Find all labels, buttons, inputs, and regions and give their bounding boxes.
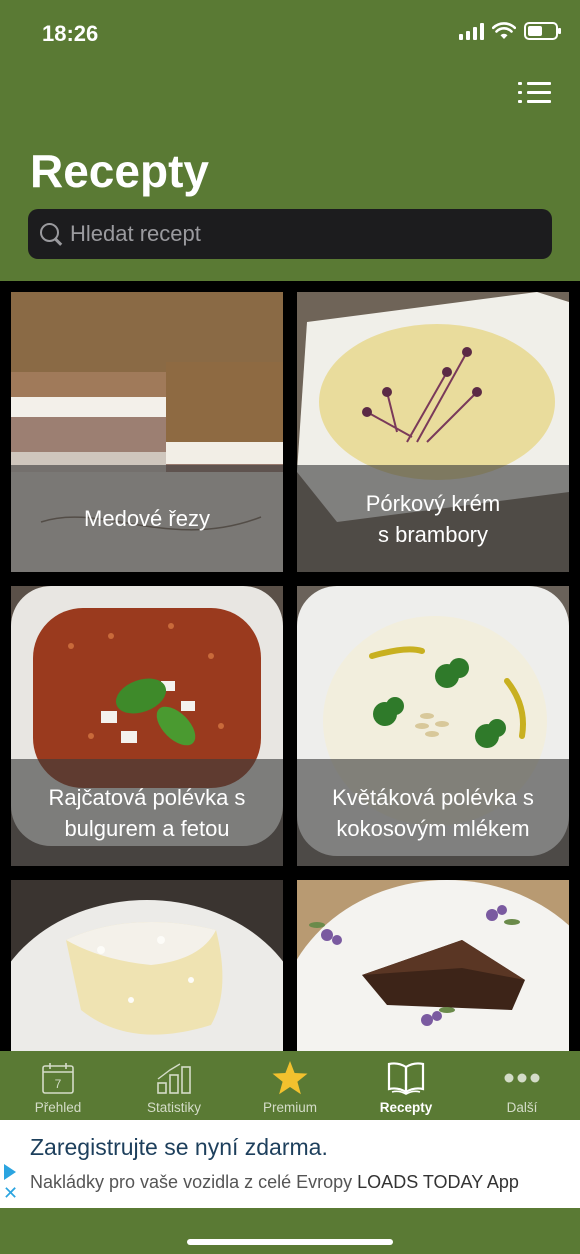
tab-premium[interactable]: Premium [232, 1051, 348, 1120]
ad-text-body: Nakládky pro vaše vozidla z celé Evropy [30, 1172, 353, 1192]
bar-chart-icon [157, 1063, 191, 1094]
app-header: 18:26 Recepty [0, 0, 580, 281]
tab-bar: 7 Přehled Statistiky Premium Recepty Dal… [0, 1051, 580, 1120]
recipe-title: Pórkový krém s brambory [297, 465, 569, 572]
adchoices-play-icon[interactable] [4, 1164, 16, 1180]
recipe-card[interactable]: Květáková polévka s kokosovým mlékem [297, 586, 569, 866]
recipe-card[interactable] [297, 880, 569, 1051]
recipe-photo [11, 880, 283, 1051]
tab-label: Další [506, 1100, 538, 1115]
search-bar[interactable] [28, 209, 552, 259]
tab-recepty[interactable]: Recepty [348, 1051, 464, 1120]
ad-close-icon[interactable]: ✕ [3, 1184, 18, 1202]
more-icon [504, 1073, 540, 1083]
recipe-card[interactable]: Rajčatová polévka s bulgurem a fetou [11, 586, 283, 866]
battery-icon [524, 22, 561, 40]
calendar-day: 7 [55, 1077, 62, 1091]
status-icons [459, 22, 561, 40]
tab-label: Statistiky [146, 1100, 201, 1115]
ad-banner[interactable]: Zaregistrujte se nyní zdarma. Nakládky p… [0, 1120, 580, 1208]
search-input[interactable] [70, 221, 530, 247]
recipe-card[interactable]: Medové řezy [11, 292, 283, 572]
recipe-title: Medové řezy [11, 465, 283, 572]
ad-brand: LOADS TODAY App [357, 1172, 519, 1192]
recipe-card[interactable] [11, 880, 283, 1051]
tab-dalsi[interactable]: Další [464, 1051, 580, 1120]
recipe-photo [297, 880, 569, 1051]
home-indicator[interactable] [187, 1239, 393, 1245]
tab-label: Premium [262, 1100, 317, 1115]
tab-prehled[interactable]: 7 Přehled [0, 1051, 116, 1120]
tab-statistiky[interactable]: Statistiky [116, 1051, 232, 1120]
book-icon [387, 1062, 425, 1095]
search-icon [38, 221, 64, 247]
wifi-icon [492, 22, 516, 39]
recipe-card[interactable]: Pórkový krém s brambory [297, 292, 569, 572]
recipe-grid: Medové řezy Pórkový krém s brambory Rajč… [0, 281, 580, 1051]
calendar-icon: 7 [42, 1063, 74, 1094]
recipe-title: Rajčatová polévka s bulgurem a fetou [11, 759, 283, 866]
ad-text: Nakládky pro vaše vozidla z celé Evropy … [30, 1172, 519, 1193]
page-title: Recepty [30, 145, 209, 197]
list-menu-button[interactable] [518, 80, 552, 106]
cellular-signal-icon [459, 22, 484, 40]
bottom-bar [0, 1208, 580, 1254]
status-time: 18:26 [42, 21, 99, 46]
star-icon [272, 1061, 308, 1095]
tab-label: Přehled [34, 1100, 82, 1115]
tab-label: Recepty [379, 1100, 433, 1115]
ad-title: Zaregistrujte se nyní zdarma. [30, 1134, 328, 1160]
recipe-title: Květáková polévka s kokosovým mlékem [297, 759, 569, 866]
